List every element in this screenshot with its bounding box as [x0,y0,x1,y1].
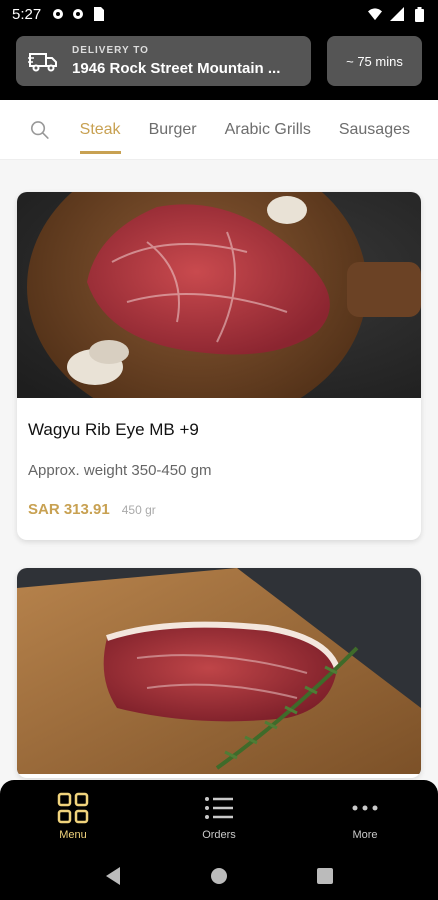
battery-icon [412,6,426,22]
tab-steak[interactable]: Steak [79,100,121,159]
product-price: SAR 313.91 [28,501,110,518]
product-weight: 450 gr [121,503,156,517]
nav-menu[interactable]: Menu [0,780,146,852]
delivery-address-button[interactable]: DELIVERY TO 1946 Rock Street Mountain ..… [16,36,311,86]
product-name: Wagyu Rib Eye MB +9 [28,420,199,439]
nav-orders-label: Orders [202,829,236,841]
delivery-text: DELIVERY TO 1946 Rock Street Mountain ..… [72,45,280,77]
system-nav-bar [0,852,438,900]
status-time: 5:27 [12,5,42,23]
nav-orders[interactable]: Orders [146,780,292,852]
delivery-address: 1946 Rock Street Mountain ... [72,60,281,77]
tab-burger[interactable]: Burger [149,100,197,159]
more-dots-icon [352,805,378,811]
product-image [17,192,421,398]
search-icon[interactable] [30,119,50,141]
recents-button[interactable] [313,864,337,888]
product-description: Approx. weight 350-450 gm [28,462,212,479]
home-button[interactable] [207,864,231,888]
sim-card-icon [91,7,105,21]
product-image [17,568,421,774]
grid-icon [57,792,89,824]
settings-icon [51,7,65,21]
signal-icon [390,7,404,21]
wifi-icon [368,7,382,21]
nav-more[interactable]: More [292,780,438,852]
nav-menu-label: Menu [59,829,87,841]
list-icon [205,797,233,819]
status-icons-right [368,6,426,22]
delivery-label: DELIVERY TO [72,45,149,56]
home-icon [211,868,227,884]
bottom-nav: Menu Orders More [0,780,438,852]
tab-arabic-grills[interactable]: Arabic Grills [225,100,311,159]
product-info: Wagyu Rib Eye MB +9 Approx. weight 350-4… [17,398,421,540]
status-icons-left [51,7,105,21]
product-card[interactable]: Wagyu Rib Eye MB +9 Approx. weight 350-4… [17,192,421,540]
app-header: DELIVERY TO 1946 Rock Street Mountain ..… [0,28,438,100]
delivery-truck-icon [28,53,57,72]
back-icon [106,867,120,885]
status-bar: 5:27 [0,0,438,28]
eta-button[interactable]: ~ 75 mins [327,36,422,86]
category-tabs: Steak Burger Arabic Grills Sausages [0,100,438,160]
back-button[interactable] [101,864,125,888]
recents-icon [317,868,333,884]
tab-sausages[interactable]: Sausages [339,100,410,159]
settings-icon [71,7,85,21]
product-card[interactable] [17,568,421,778]
nav-more-label: More [352,829,378,841]
price-row: SAR 313.91 450 gr [28,501,410,518]
eta-text: ~ 75 mins [346,53,403,69]
